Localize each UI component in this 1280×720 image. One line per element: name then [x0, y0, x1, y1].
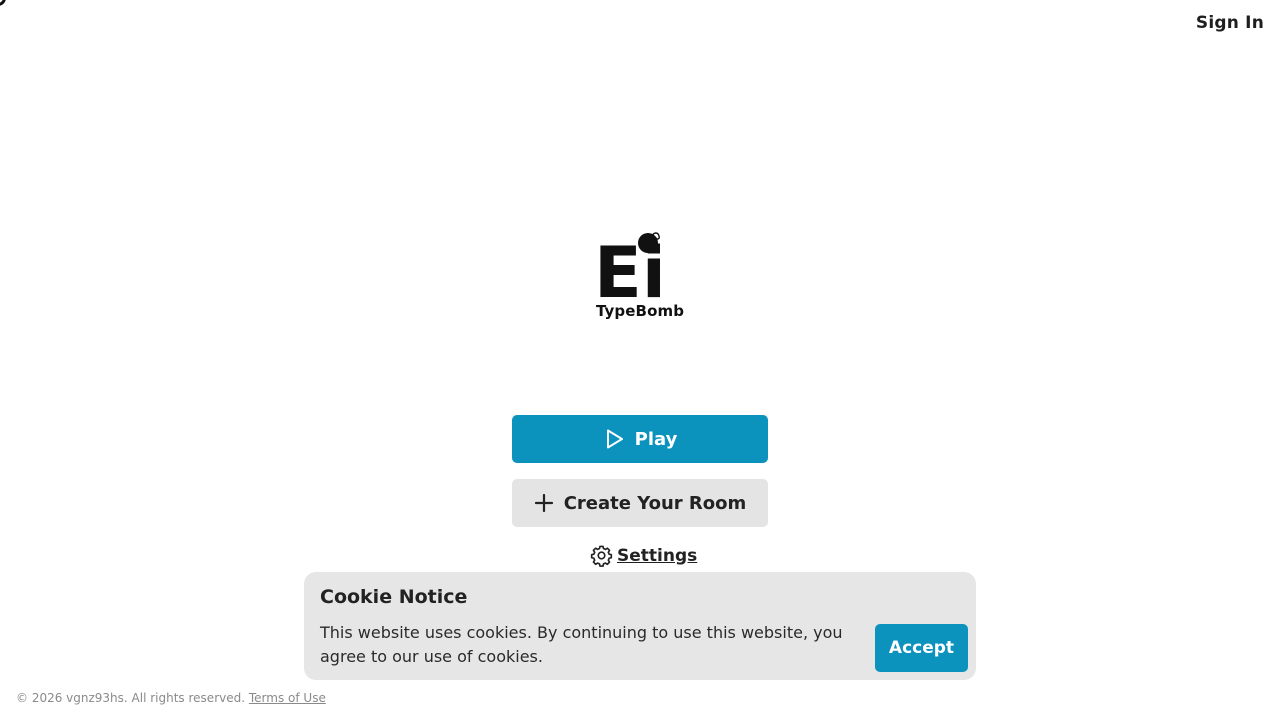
accept-cookies-button[interactable]: Accept — [875, 624, 968, 672]
sign-in-link[interactable]: Sign In — [1196, 13, 1264, 33]
bomb-icon: Ei — [594, 232, 666, 302]
plus-icon — [534, 493, 553, 513]
create-room-label: Create Your Room — [563, 492, 747, 514]
play-label: Play — [634, 428, 678, 450]
cookie-notice-title: Cookie Notice — [320, 586, 468, 608]
brand-name: TypeBomb — [596, 302, 685, 320]
settings-label: Settings — [617, 545, 698, 566]
copyright-text: © 2026 vgnz93hs. All rights reserved. — [16, 691, 246, 705]
terms-of-use-link[interactable]: Terms of Use — [249, 691, 326, 705]
gear-icon — [590, 545, 613, 567]
settings-link[interactable]: Settings — [590, 544, 697, 567]
corner-logo-fragment — [0, 0, 6, 6]
play-icon — [606, 429, 623, 449]
footer: © 2026 vgnz93hs. All rights reserved. Te… — [16, 691, 326, 705]
play-button[interactable]: Play — [512, 415, 768, 463]
cookie-notice-message: This website uses cookies. By continuing… — [320, 623, 843, 666]
page: Sign In Ei TypeBomb Play Create Your Roo… — [0, 0, 1280, 720]
create-room-button[interactable]: Create Your Room — [512, 479, 768, 527]
app-logo: Ei TypeBomb — [594, 230, 694, 325]
cookie-notice: Cookie Notice This website uses cookies.… — [304, 572, 976, 680]
